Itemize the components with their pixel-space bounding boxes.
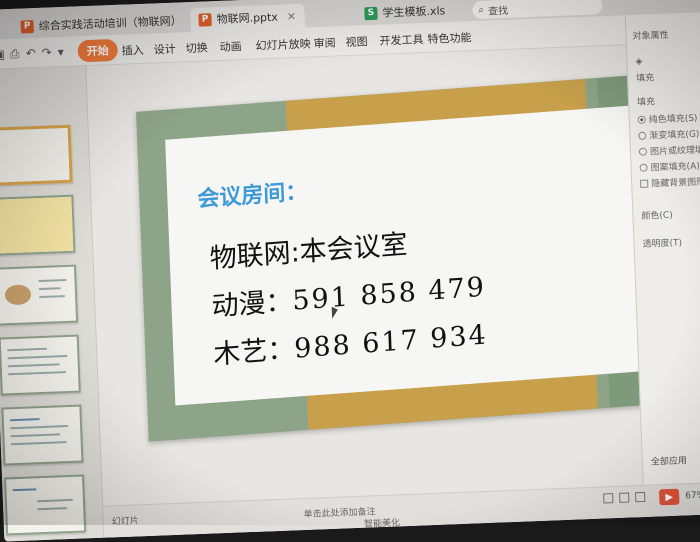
tab-label: 学生模板.xls: [382, 4, 446, 20]
room-label: 物联网:: [209, 237, 301, 275]
slide-thumbnail[interactable]: [0, 334, 81, 396]
checkbox-icon: [640, 179, 649, 188]
radio-icon: [638, 131, 647, 140]
reading-view-icon[interactable]: [635, 491, 646, 503]
color-label: 颜色(C): [641, 210, 673, 222]
fill-section-label: 填充: [636, 97, 656, 108]
radio-gradient-fill[interactable]: 渐变填充(G): [638, 127, 700, 142]
save-icon[interactable]: ▣: [0, 47, 5, 61]
wps-presentation-window: P 综合实践活动培训（物联网） P 物联网.pptx ✕ S 学生模板.xls …: [0, 0, 700, 542]
print-icon[interactable]: ⎙: [9, 47, 19, 62]
thumbnail-image: [4, 284, 32, 306]
radio-pattern-fill[interactable]: 图案填充(A): [639, 159, 700, 174]
meeting-id: 591 858 479: [291, 271, 487, 317]
menu-animations[interactable]: 动画: [219, 38, 242, 55]
hide-background-checkbox[interactable]: 隐藏背景图形: [640, 174, 700, 189]
apply-all-button[interactable]: 全部应用: [651, 453, 687, 467]
slide-thumbnail[interactable]: [0, 264, 79, 326]
menu-features[interactable]: 特色功能: [427, 29, 472, 47]
presentation-file-icon: P: [198, 12, 212, 27]
presentation-file-icon: P: [20, 19, 34, 34]
menu-view[interactable]: 视图: [345, 33, 368, 50]
redo-icon[interactable]: ↷: [41, 45, 52, 59]
slide-canvas: 会议房间： 物联网:本会议室 动漫：591 858 479 木艺：988 617…: [86, 45, 700, 538]
menu-developer[interactable]: 开发工具: [379, 31, 424, 49]
menu-insert[interactable]: 插入: [121, 42, 144, 59]
slide-thumbnail[interactable]: [1, 404, 84, 466]
search-label: 查找: [487, 5, 509, 18]
slide-line-iot: 物联网:本会议室: [209, 222, 408, 275]
fill-bucket-icon[interactable]: ◈: [635, 57, 642, 67]
menu-home[interactable]: 开始: [77, 38, 119, 63]
tab-label: 物联网.pptx: [216, 10, 279, 27]
normal-view-icon[interactable]: [603, 493, 614, 504]
slide-thumbnail[interactable]: [0, 194, 76, 256]
radio-picture-fill[interactable]: 图片或纹理填充: [638, 142, 700, 158]
radio-icon: [637, 115, 646, 124]
room-value: 本会议室: [299, 229, 409, 269]
smart-beautify[interactable]: 智能美化: [364, 515, 400, 529]
undo-icon[interactable]: ↶: [25, 46, 36, 60]
play-slideshow-button[interactable]: ▶: [658, 488, 680, 506]
tab-label: 综合实践活动培训（物联网）: [38, 14, 182, 33]
room-label: 动漫：: [211, 285, 294, 323]
menu-slideshow[interactable]: 幻灯片放映: [255, 35, 311, 53]
sorter-view-icon[interactable]: [619, 492, 630, 503]
radio-icon: [638, 147, 648, 156]
status-slide-info: 幻灯片: [111, 516, 140, 528]
room-label: 木艺：: [212, 333, 295, 371]
more-icon[interactable]: ▾: [57, 45, 64, 59]
radio-solid-fill[interactable]: 纯色填充(S): [637, 111, 698, 126]
slide-content-area: 会议房间： 物联网:本会议室 动漫：591 858 479 木艺：988 617…: [165, 103, 667, 406]
current-slide[interactable]: 会议房间： 物联网:本会议室 动漫：591 858 479 木艺：988 617…: [136, 71, 700, 442]
meeting-id: 988 617 934: [293, 319, 489, 365]
zoom-level[interactable]: 67%: [685, 491, 700, 502]
close-icon[interactable]: ✕: [287, 9, 297, 22]
slide-title: 会议房间：: [197, 179, 308, 213]
menu-design[interactable]: 设计: [153, 41, 176, 58]
thumbnail-image: [0, 196, 74, 254]
transparency-label: 透明度(T): [642, 238, 683, 250]
slide-thumbnail[interactable]: [0, 124, 73, 186]
slide-line-woodcraft: 木艺：988 617 934: [213, 313, 489, 372]
spreadsheet-file-icon: S: [364, 6, 378, 20]
pane-tab-fill[interactable]: 填充: [636, 70, 654, 84]
mouse-cursor: [331, 306, 339, 319]
slide-thumbnail[interactable]: [4, 474, 87, 536]
radio-icon: [639, 163, 648, 172]
menu-transitions[interactable]: 切换: [185, 39, 208, 56]
pane-title: 对象属性: [632, 30, 669, 43]
menu-review[interactable]: 审阅: [313, 34, 336, 51]
search-icon: ⌕: [478, 4, 485, 16]
